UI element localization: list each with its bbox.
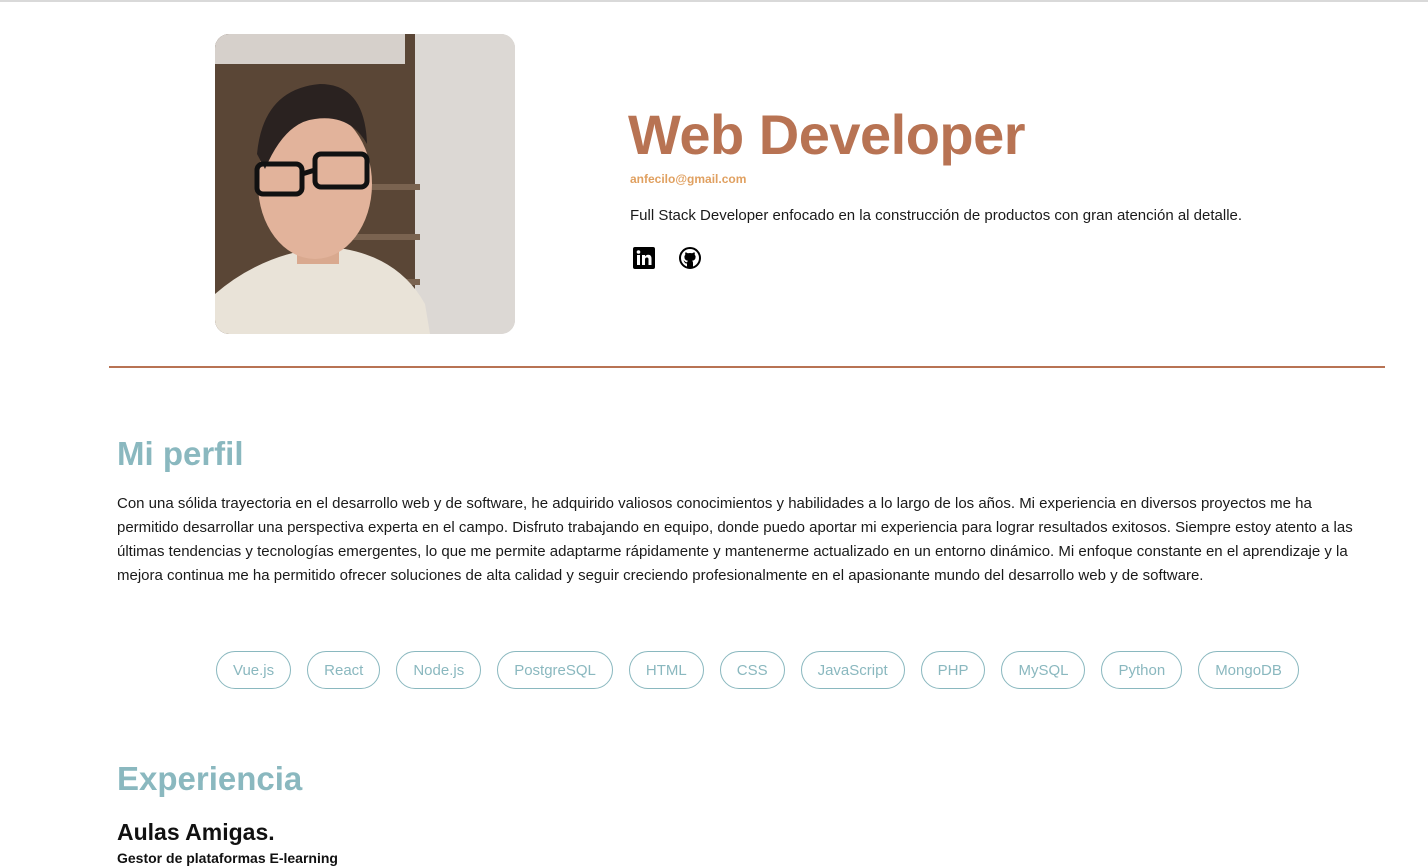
- section-divider: [109, 366, 1385, 368]
- experience-heading: Experiencia: [117, 760, 303, 797]
- profile-heading: Mi perfil: [117, 435, 244, 472]
- profile-description: Con una sólida trayectoria en el desarro…: [117, 495, 1353, 584]
- skill-tag: CSS: [719, 651, 785, 689]
- top-border: [0, 0, 1428, 2]
- skill-tag: PHP: [920, 651, 986, 689]
- email-link[interactable]: anfecilo@gmail.com: [630, 172, 746, 186]
- github-icon: [679, 247, 701, 269]
- social-links: [632, 246, 702, 270]
- hero-tagline: Full Stack Developer enfocado en la cons…: [630, 207, 1243, 224]
- skill-tag: React: [307, 651, 381, 689]
- skill-tag: PostgreSQL: [497, 651, 613, 689]
- skill-tag: MySQL: [1001, 651, 1086, 689]
- skill-tag: Node.js: [396, 651, 482, 689]
- skill-tag: MongoDB: [1198, 651, 1299, 689]
- linkedin-link[interactable]: [632, 246, 656, 270]
- profile-photo: [215, 34, 515, 334]
- linkedin-icon: [633, 247, 655, 269]
- hero-title: Web Developer: [628, 103, 1026, 166]
- skill-tag: HTML: [628, 651, 704, 689]
- github-link[interactable]: [678, 246, 702, 270]
- job-company: Aulas Amigas.: [117, 819, 275, 845]
- skill-tag: JavaScript: [800, 651, 905, 689]
- skill-tag: Python: [1101, 651, 1183, 689]
- skill-tag: Vue.js: [216, 651, 292, 689]
- skills-list: Vue.js React Node.js PostgreSQL HTML CSS JavaS…: [216, 651, 1299, 689]
- job-role: Gestor de plataformas E-learning: [117, 850, 338, 866]
